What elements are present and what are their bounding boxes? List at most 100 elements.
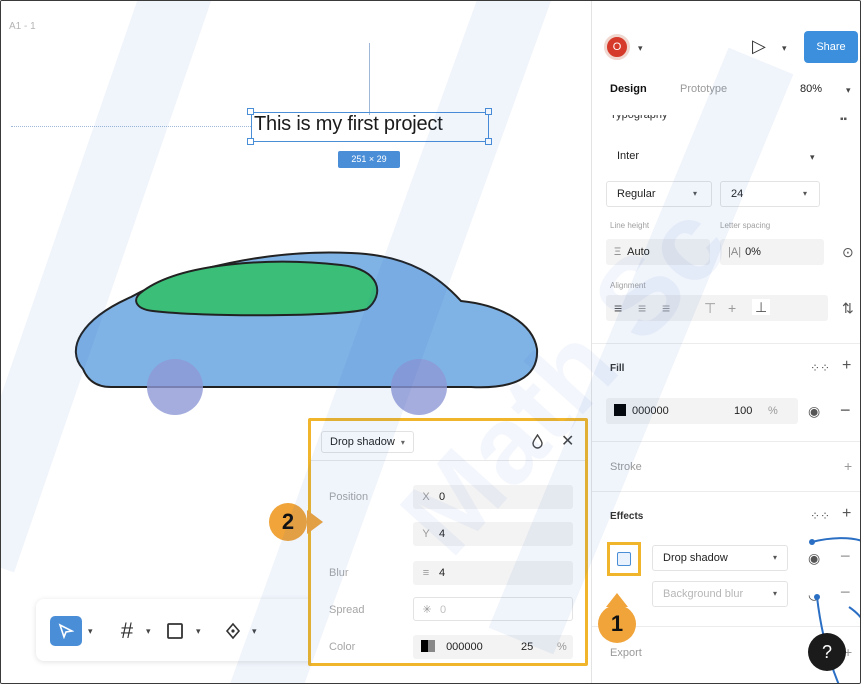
panel-header: O ▾ ▷ ▾ Share	[592, 1, 860, 73]
chevron-down-icon[interactable]: ▾	[196, 626, 201, 637]
callout-2-pointer	[307, 510, 323, 534]
effects-label: Effects	[610, 511, 644, 522]
effect-toggle-highlight	[607, 542, 641, 576]
chevron-down-icon[interactable]: ▾	[252, 626, 257, 637]
effect-type-label: Drop shadow	[330, 436, 395, 448]
chevron-down-icon: ▾	[400, 438, 405, 447]
export-label: Export	[610, 647, 642, 659]
type-settings-icon[interactable]: ⊙	[842, 245, 854, 259]
frame-label[interactable]: A1 - 1	[9, 21, 36, 32]
font-weight-dropdown[interactable]: Regular ▾	[606, 181, 712, 207]
effect-type-dropdown[interactable]: Drop shadow ▾	[321, 431, 414, 453]
letter-spacing-label: Letter spacing	[720, 221, 771, 230]
shadow-spread-field[interactable]: ✳ 0	[413, 597, 573, 621]
cursor-icon	[58, 623, 74, 639]
color-swatch[interactable]	[421, 640, 435, 652]
chevron-down-icon: ▾	[773, 589, 778, 598]
rectangle-icon	[167, 623, 183, 639]
add-fill-icon[interactable]: +	[842, 358, 851, 374]
fill-swatch[interactable]	[614, 404, 626, 416]
divider	[592, 343, 860, 344]
shadow-color-field[interactable]: 000000 25 %	[413, 635, 573, 659]
car-wheel-rear	[147, 359, 203, 415]
text-styles-icon[interactable]: ▪▪	[840, 113, 847, 127]
text-layer[interactable]: This is my first project	[254, 113, 443, 136]
figma-window: A1 - 1 This is my first project 251 × 29…	[0, 0, 861, 684]
resize-handle-bottom-right[interactable]	[485, 138, 492, 145]
chevron-down-icon[interactable]: ▾	[88, 626, 93, 637]
resize-handle-bottom-left[interactable]	[247, 138, 254, 145]
chevron-down-icon[interactable]: ▾	[638, 43, 643, 54]
align-bottom-icon[interactable]: ⊥	[752, 299, 771, 315]
add-stroke-icon[interactable]: +	[844, 459, 852, 473]
help-button[interactable]: ?	[808, 633, 846, 671]
align-left-icon[interactable]: ≡	[614, 301, 622, 315]
play-icon[interactable]: ▷	[752, 36, 766, 57]
align-top-icon[interactable]: ⊤	[704, 301, 716, 315]
callout-2: 2	[269, 503, 307, 541]
chevron-down-icon[interactable]: ▾	[146, 626, 151, 637]
stroke-label: Stroke	[610, 461, 642, 473]
line-height-field[interactable]: Ξ Auto	[606, 239, 710, 265]
add-effect-icon[interactable]: +	[842, 506, 851, 522]
effect-drop-shadow-dropdown[interactable]: Drop shadow ▾	[652, 545, 788, 571]
shadow-y-field[interactable]: Y4	[413, 522, 573, 546]
letter-spacing-field[interactable]: |A| 0%	[720, 239, 824, 265]
remove-fill-icon[interactable]: −	[840, 401, 851, 419]
position-label: Position	[329, 491, 369, 503]
eye-icon[interactable]: ◉	[808, 404, 820, 418]
avatar[interactable]: O	[604, 34, 630, 60]
zoom-level[interactable]: 80%	[800, 83, 822, 95]
car-wheel-front	[391, 359, 447, 415]
close-icon[interactable]: ✕	[561, 431, 574, 451]
chevron-down-icon[interactable]: ▾	[810, 152, 815, 163]
tab-prototype[interactable]: Prototype	[680, 83, 727, 95]
resize-handle-top-right[interactable]	[485, 108, 492, 115]
effect-visibility-checkbox[interactable]	[617, 552, 631, 566]
letter-spacing-icon: |A|	[728, 246, 742, 258]
font-size-dropdown[interactable]: 24 ▾	[720, 181, 820, 207]
chevron-down-icon: ▾	[803, 189, 808, 198]
effect-styles-icon[interactable]: ⁘⁘	[810, 509, 830, 523]
shape-tool-button[interactable]	[160, 616, 190, 646]
typography-label: Typography	[610, 109, 668, 121]
frame-tool-button[interactable]: #	[114, 616, 140, 646]
car-window	[135, 260, 379, 317]
align-middle-icon[interactable]: +	[728, 301, 736, 315]
resize-handle-top-left[interactable]	[247, 108, 254, 115]
spread-icon: ✳	[422, 604, 432, 616]
effect-background-blur-dropdown[interactable]: Background blur ▾	[652, 581, 788, 607]
chevron-down-icon: ▾	[773, 553, 778, 562]
blur-icon: ≡	[422, 567, 430, 579]
blend-mode-icon[interactable]	[531, 434, 544, 449]
dimension-badge: 251 × 29	[338, 151, 400, 168]
tab-design[interactable]: Design	[610, 83, 647, 95]
bottom-toolbar: ▾ # ▾ ▾ ▾	[36, 599, 326, 661]
font-family-dropdown[interactable]: Inter	[606, 143, 820, 169]
drop-shadow-header: Drop shadow ▾ ✕	[311, 421, 585, 461]
select-tool-button[interactable]	[50, 616, 82, 646]
spread-label: Spread	[329, 604, 365, 616]
line-height-label: Line height	[610, 221, 650, 230]
shadow-x-field[interactable]: X0	[413, 485, 573, 509]
shadow-blur-field[interactable]: ≡ 4	[413, 561, 573, 585]
callout-1: 1	[598, 605, 636, 643]
blur-label: Blur	[329, 567, 349, 579]
vertical-guide	[369, 43, 370, 115]
design-canvas[interactable]: A1 - 1 This is my first project 251 × 29…	[1, 1, 591, 683]
share-button[interactable]: Share	[804, 31, 858, 63]
styles-grid-icon[interactable]: ⁘⁘	[810, 361, 830, 375]
horizontal-guide	[11, 126, 251, 127]
line-height-icon: Ξ	[614, 246, 622, 258]
pen-tool-button[interactable]	[218, 616, 248, 646]
align-center-icon[interactable]: ≡	[638, 301, 646, 315]
text-options-icon[interactable]: ⇅	[842, 301, 854, 315]
chevron-down-icon[interactable]: ▾	[846, 85, 851, 96]
fill-color-field[interactable]: 000000 100 %	[606, 398, 798, 424]
chevron-down-icon[interactable]: ▾	[782, 43, 787, 54]
car-illustration[interactable]	[71, 239, 541, 419]
panel-tabs: Design Prototype 80% ▾	[592, 73, 860, 105]
drop-shadow-panel: Drop shadow ▾ ✕ Position X0 Y4 Blur ≡ 4 Sp…	[308, 418, 588, 666]
divider	[592, 491, 860, 492]
align-right-icon[interactable]: ≡	[662, 301, 670, 315]
